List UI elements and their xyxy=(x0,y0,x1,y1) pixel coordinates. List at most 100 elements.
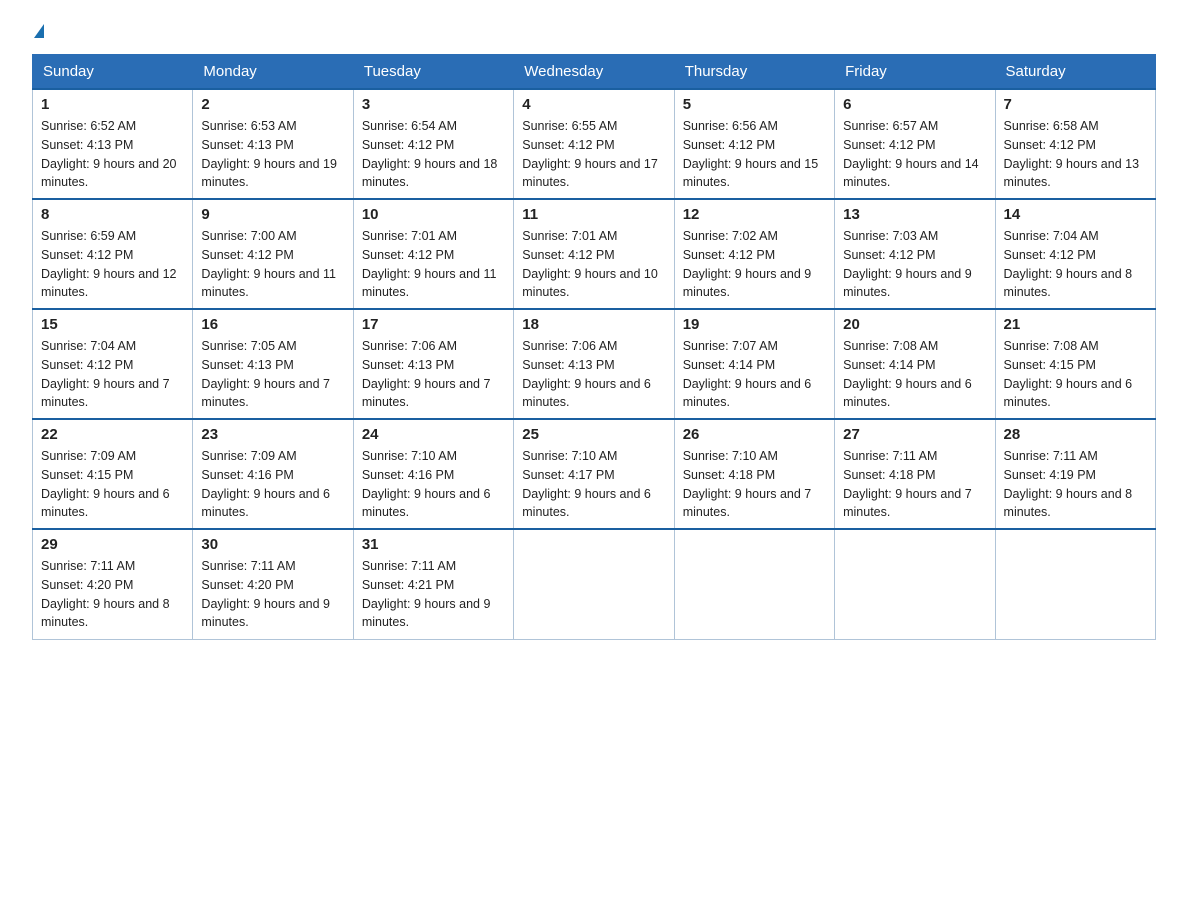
calendar-cell: 31 Sunrise: 7:11 AMSunset: 4:21 PMDaylig… xyxy=(353,529,513,639)
day-info: Sunrise: 7:11 AMSunset: 4:21 PMDaylight:… xyxy=(362,559,491,629)
calendar-table: SundayMondayTuesdayWednesdayThursdayFrid… xyxy=(32,54,1156,640)
week-row-5: 29 Sunrise: 7:11 AMSunset: 4:20 PMDaylig… xyxy=(33,529,1156,639)
calendar-cell: 16 Sunrise: 7:05 AMSunset: 4:13 PMDaylig… xyxy=(193,309,353,419)
calendar-cell: 10 Sunrise: 7:01 AMSunset: 4:12 PMDaylig… xyxy=(353,199,513,309)
day-info: Sunrise: 7:06 AMSunset: 4:13 PMDaylight:… xyxy=(522,339,651,409)
calendar-cell xyxy=(835,529,995,639)
day-number: 16 xyxy=(201,316,344,333)
day-info: Sunrise: 7:04 AMSunset: 4:12 PMDaylight:… xyxy=(41,339,170,409)
logo xyxy=(32,24,44,38)
calendar-cell: 6 Sunrise: 6:57 AMSunset: 4:12 PMDayligh… xyxy=(835,89,995,199)
day-number: 18 xyxy=(522,316,665,333)
calendar-cell: 2 Sunrise: 6:53 AMSunset: 4:13 PMDayligh… xyxy=(193,89,353,199)
calendar-cell: 12 Sunrise: 7:02 AMSunset: 4:12 PMDaylig… xyxy=(674,199,834,309)
calendar-cell: 24 Sunrise: 7:10 AMSunset: 4:16 PMDaylig… xyxy=(353,419,513,529)
week-row-4: 22 Sunrise: 7:09 AMSunset: 4:15 PMDaylig… xyxy=(33,419,1156,529)
day-info: Sunrise: 7:09 AMSunset: 4:16 PMDaylight:… xyxy=(201,449,330,519)
day-info: Sunrise: 7:05 AMSunset: 4:13 PMDaylight:… xyxy=(201,339,330,409)
day-info: Sunrise: 7:11 AMSunset: 4:19 PMDaylight:… xyxy=(1004,449,1133,519)
header xyxy=(32,24,1156,38)
day-info: Sunrise: 7:04 AMSunset: 4:12 PMDaylight:… xyxy=(1004,229,1133,299)
day-info: Sunrise: 7:10 AMSunset: 4:18 PMDaylight:… xyxy=(683,449,812,519)
calendar-cell: 1 Sunrise: 6:52 AMSunset: 4:13 PMDayligh… xyxy=(33,89,193,199)
calendar-cell: 22 Sunrise: 7:09 AMSunset: 4:15 PMDaylig… xyxy=(33,419,193,529)
day-number: 2 xyxy=(201,96,344,113)
weekday-header-monday: Monday xyxy=(193,55,353,90)
week-row-2: 8 Sunrise: 6:59 AMSunset: 4:12 PMDayligh… xyxy=(33,199,1156,309)
day-info: Sunrise: 6:57 AMSunset: 4:12 PMDaylight:… xyxy=(843,119,979,189)
day-info: Sunrise: 7:07 AMSunset: 4:14 PMDaylight:… xyxy=(683,339,812,409)
day-number: 26 xyxy=(683,426,826,443)
day-number: 6 xyxy=(843,96,986,113)
day-number: 13 xyxy=(843,206,986,223)
calendar-cell: 5 Sunrise: 6:56 AMSunset: 4:12 PMDayligh… xyxy=(674,89,834,199)
day-number: 29 xyxy=(41,536,184,553)
day-info: Sunrise: 7:01 AMSunset: 4:12 PMDaylight:… xyxy=(362,229,497,299)
weekday-header-friday: Friday xyxy=(835,55,995,90)
calendar-cell: 20 Sunrise: 7:08 AMSunset: 4:14 PMDaylig… xyxy=(835,309,995,419)
day-number: 24 xyxy=(362,426,505,443)
calendar-cell: 19 Sunrise: 7:07 AMSunset: 4:14 PMDaylig… xyxy=(674,309,834,419)
day-info: Sunrise: 7:11 AMSunset: 4:20 PMDaylight:… xyxy=(41,559,170,629)
calendar-cell: 23 Sunrise: 7:09 AMSunset: 4:16 PMDaylig… xyxy=(193,419,353,529)
day-info: Sunrise: 6:59 AMSunset: 4:12 PMDaylight:… xyxy=(41,229,177,299)
week-row-3: 15 Sunrise: 7:04 AMSunset: 4:12 PMDaylig… xyxy=(33,309,1156,419)
day-number: 7 xyxy=(1004,96,1147,113)
day-number: 3 xyxy=(362,96,505,113)
weekday-header-saturday: Saturday xyxy=(995,55,1155,90)
day-number: 27 xyxy=(843,426,986,443)
week-row-1: 1 Sunrise: 6:52 AMSunset: 4:13 PMDayligh… xyxy=(33,89,1156,199)
day-info: Sunrise: 7:11 AMSunset: 4:20 PMDaylight:… xyxy=(201,559,330,629)
weekday-header-sunday: Sunday xyxy=(33,55,193,90)
day-info: Sunrise: 7:08 AMSunset: 4:15 PMDaylight:… xyxy=(1004,339,1133,409)
day-info: Sunrise: 6:56 AMSunset: 4:12 PMDaylight:… xyxy=(683,119,819,189)
calendar-cell: 13 Sunrise: 7:03 AMSunset: 4:12 PMDaylig… xyxy=(835,199,995,309)
day-info: Sunrise: 6:58 AMSunset: 4:12 PMDaylight:… xyxy=(1004,119,1140,189)
day-number: 21 xyxy=(1004,316,1147,333)
day-info: Sunrise: 6:52 AMSunset: 4:13 PMDaylight:… xyxy=(41,119,177,189)
day-number: 30 xyxy=(201,536,344,553)
calendar-cell xyxy=(514,529,674,639)
weekday-header-thursday: Thursday xyxy=(674,55,834,90)
day-info: Sunrise: 7:02 AMSunset: 4:12 PMDaylight:… xyxy=(683,229,812,299)
calendar-cell: 4 Sunrise: 6:55 AMSunset: 4:12 PMDayligh… xyxy=(514,89,674,199)
calendar-cell: 25 Sunrise: 7:10 AMSunset: 4:17 PMDaylig… xyxy=(514,419,674,529)
calendar-cell: 29 Sunrise: 7:11 AMSunset: 4:20 PMDaylig… xyxy=(33,529,193,639)
calendar-cell: 15 Sunrise: 7:04 AMSunset: 4:12 PMDaylig… xyxy=(33,309,193,419)
day-number: 5 xyxy=(683,96,826,113)
calendar-cell: 21 Sunrise: 7:08 AMSunset: 4:15 PMDaylig… xyxy=(995,309,1155,419)
calendar-cell: 18 Sunrise: 7:06 AMSunset: 4:13 PMDaylig… xyxy=(514,309,674,419)
day-number: 8 xyxy=(41,206,184,223)
weekday-header-row: SundayMondayTuesdayWednesdayThursdayFrid… xyxy=(33,55,1156,90)
day-info: Sunrise: 6:54 AMSunset: 4:12 PMDaylight:… xyxy=(362,119,498,189)
calendar-cell: 17 Sunrise: 7:06 AMSunset: 4:13 PMDaylig… xyxy=(353,309,513,419)
day-info: Sunrise: 7:06 AMSunset: 4:13 PMDaylight:… xyxy=(362,339,491,409)
day-info: Sunrise: 7:10 AMSunset: 4:17 PMDaylight:… xyxy=(522,449,651,519)
day-number: 14 xyxy=(1004,206,1147,223)
day-number: 31 xyxy=(362,536,505,553)
day-info: Sunrise: 7:01 AMSunset: 4:12 PMDaylight:… xyxy=(522,229,658,299)
calendar-cell: 30 Sunrise: 7:11 AMSunset: 4:20 PMDaylig… xyxy=(193,529,353,639)
day-number: 19 xyxy=(683,316,826,333)
weekday-header-tuesday: Tuesday xyxy=(353,55,513,90)
weekday-header-wednesday: Wednesday xyxy=(514,55,674,90)
calendar-cell: 14 Sunrise: 7:04 AMSunset: 4:12 PMDaylig… xyxy=(995,199,1155,309)
day-number: 1 xyxy=(41,96,184,113)
day-number: 17 xyxy=(362,316,505,333)
day-info: Sunrise: 7:03 AMSunset: 4:12 PMDaylight:… xyxy=(843,229,972,299)
day-number: 9 xyxy=(201,206,344,223)
calendar-cell: 9 Sunrise: 7:00 AMSunset: 4:12 PMDayligh… xyxy=(193,199,353,309)
day-info: Sunrise: 7:08 AMSunset: 4:14 PMDaylight:… xyxy=(843,339,972,409)
calendar-cell: 11 Sunrise: 7:01 AMSunset: 4:12 PMDaylig… xyxy=(514,199,674,309)
day-number: 25 xyxy=(522,426,665,443)
calendar-cell: 7 Sunrise: 6:58 AMSunset: 4:12 PMDayligh… xyxy=(995,89,1155,199)
day-info: Sunrise: 7:00 AMSunset: 4:12 PMDaylight:… xyxy=(201,229,336,299)
calendar-cell: 8 Sunrise: 6:59 AMSunset: 4:12 PMDayligh… xyxy=(33,199,193,309)
day-number: 28 xyxy=(1004,426,1147,443)
day-number: 22 xyxy=(41,426,184,443)
day-info: Sunrise: 6:53 AMSunset: 4:13 PMDaylight:… xyxy=(201,119,337,189)
day-number: 20 xyxy=(843,316,986,333)
day-number: 10 xyxy=(362,206,505,223)
calendar-cell: 28 Sunrise: 7:11 AMSunset: 4:19 PMDaylig… xyxy=(995,419,1155,529)
day-info: Sunrise: 7:09 AMSunset: 4:15 PMDaylight:… xyxy=(41,449,170,519)
